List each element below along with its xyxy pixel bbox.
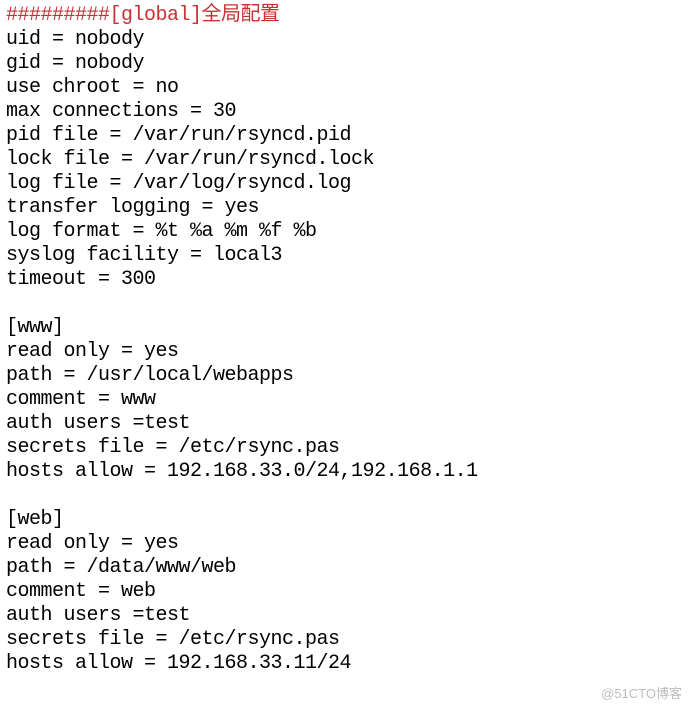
header-prefix: ######### — [6, 4, 110, 27]
www-secrets-file: secrets file = /etc/rsync.pas — [6, 436, 686, 460]
web-hosts-allow: hosts allow = 192.168.33.11/24 — [6, 652, 686, 676]
web-secrets-file: secrets file = /etc/rsync.pas — [6, 628, 686, 652]
web-comment: comment = web — [6, 580, 686, 604]
config-syslog-facility: syslog facility = local3 — [6, 244, 686, 268]
config-use-chroot: use chroot = no — [6, 76, 686, 100]
config-max-connections: max connections = 30 — [6, 100, 686, 124]
section-web-header: [web] — [6, 508, 686, 532]
web-read-only: read only = yes — [6, 532, 686, 556]
www-read-only: read only = yes — [6, 340, 686, 364]
section-www-header: [www] — [6, 316, 686, 340]
config-transfer-logging: transfer logging = yes — [6, 196, 686, 220]
config-log-format: log format = %t %a %m %f %b — [6, 220, 686, 244]
www-comment: comment = www — [6, 388, 686, 412]
config-gid: gid = nobody — [6, 52, 686, 76]
header-section: [global] — [110, 4, 202, 27]
watermark: @51CTO博客 — [601, 686, 682, 702]
config-timeout: timeout = 300 — [6, 268, 686, 292]
config-lock-file: lock file = /var/run/rsyncd.lock — [6, 148, 686, 172]
config-log-file: log file = /var/log/rsyncd.log — [6, 172, 686, 196]
config-pid-file: pid file = /var/run/rsyncd.pid — [6, 124, 686, 148]
web-path: path = /data/www/web — [6, 556, 686, 580]
www-hosts-allow: hosts allow = 192.168.33.0/24,192.168.1.… — [6, 460, 686, 484]
config-uid: uid = nobody — [6, 28, 686, 52]
www-auth-users: auth users =test — [6, 412, 686, 436]
blank-line — [6, 484, 686, 508]
config-file-content: #########[global]全局配置 uid = nobody gid =… — [6, 4, 686, 676]
header-cjk: 全局配置 — [202, 4, 280, 27]
www-path: path = /usr/local/webapps — [6, 364, 686, 388]
blank-line — [6, 292, 686, 316]
web-auth-users: auth users =test — [6, 604, 686, 628]
header-line: #########[global]全局配置 — [6, 4, 686, 28]
